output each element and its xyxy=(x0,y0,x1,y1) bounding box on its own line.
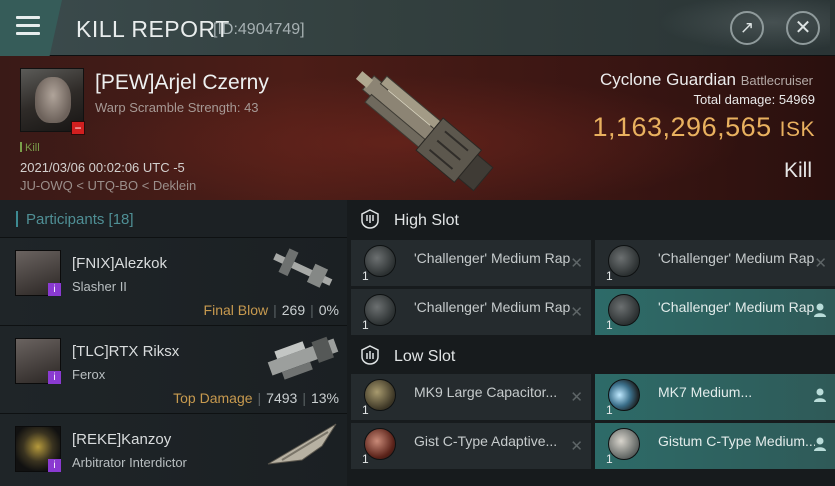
isk-value: 1,163,296,565 ISK xyxy=(592,112,815,142)
module-item[interactable]: 1 MK9 Large Capacitor... ✕ xyxy=(351,374,591,420)
module-qty: 1 xyxy=(362,403,369,417)
participant-row[interactable]: i [FNIX]Alezkok Slasher II Final Blow | 26… xyxy=(0,238,347,326)
module-name: 'Challenger' Medium Rapid... xyxy=(414,250,571,266)
info-badge-icon: i xyxy=(48,459,61,472)
module-name: 'Challenger' Medium Rapid... xyxy=(414,299,571,315)
module-item[interactable]: 1 'Challenger' Medium Rapid... ✕ xyxy=(351,240,591,286)
participant-percent: 0% xyxy=(318,302,339,318)
module-qty: 1 xyxy=(606,403,613,417)
participant-ship-image xyxy=(267,336,339,380)
module-qty: 1 xyxy=(606,452,613,466)
module-item[interactable]: 1 'Challenger' Medium Rapid... ✕ xyxy=(595,240,835,286)
module-name: MK7 Medium... xyxy=(658,384,753,400)
top-bar: KILL REPORT [ID:4904749] ↗ ✕ xyxy=(0,0,835,56)
participant-damage: 7493 xyxy=(266,390,298,406)
minus-icon: − xyxy=(71,121,85,135)
kill-summary: − [PEW]Arjel Czerny Warp Scramble Streng… xyxy=(0,56,835,200)
participant-damage: 269 xyxy=(281,302,306,318)
participant-percent: 13% xyxy=(310,390,339,406)
participant-stats: Top Damage | 7493 | 13% xyxy=(173,390,339,406)
module-item[interactable]: 1 Gistum C-Type Medium... xyxy=(595,423,835,469)
share-button[interactable]: ↗ xyxy=(730,11,764,45)
participant-role: Top Damage xyxy=(173,390,253,406)
destroyed-icon: ✕ xyxy=(570,438,583,455)
module-name: 'Challenger' Medium Rapid... xyxy=(658,250,815,266)
destroyed-icon: ✕ xyxy=(570,255,583,272)
low-slot-modules: 1 MK9 Large Capacitor... ✕ 1 MK7 Medium.… xyxy=(347,374,835,472)
participant-ship: Ferox xyxy=(72,367,106,382)
module-item[interactable]: 1 'Challenger' Medium Rapid... xyxy=(595,289,835,335)
avatar[interactable]: i xyxy=(15,426,61,472)
close-icon: ✕ xyxy=(794,17,812,39)
victim-ship-name[interactable]: Cyclone Guardian Battlecruiser xyxy=(600,70,813,90)
close-button[interactable]: ✕ xyxy=(786,11,820,45)
kill-tag: Kill xyxy=(20,142,40,154)
dropped-user-icon xyxy=(814,388,826,402)
participant-row[interactable]: i [REKE]Kanzoy Arbitrator Interdictor xyxy=(0,414,347,486)
high-slot-header: High Slot xyxy=(347,200,835,238)
victim-avatar[interactable]: − xyxy=(20,68,85,135)
low-slot-icon xyxy=(361,345,379,365)
participant-ship-image xyxy=(273,248,333,288)
participants-count: [18] xyxy=(108,211,134,228)
participant-ship: Arbitrator Interdictor xyxy=(72,455,187,470)
module-name: MK9 Large Capacitor... xyxy=(414,384,558,400)
victim-ship-image[interactable] xyxy=(330,60,510,200)
module-name: Gistum C-Type Medium... xyxy=(658,433,815,449)
warp-scramble-strength: Warp Scramble Strength: 43 xyxy=(95,100,259,115)
kill-result: Kill xyxy=(783,159,812,182)
report-id: [ID:4904749] xyxy=(213,21,305,38)
info-badge-icon: i xyxy=(48,371,61,384)
destroyed-icon: ✕ xyxy=(570,304,583,321)
kill-timestamp: 2021/03/06 00:02:06 UTC -5 xyxy=(20,160,185,175)
high-slot-modules: 1 'Challenger' Medium Rapid... ✕ 1 'Chal… xyxy=(347,238,835,336)
module-qty: 1 xyxy=(362,318,369,332)
dropped-user-icon xyxy=(814,303,826,317)
module-item[interactable]: 1 MK7 Medium... xyxy=(595,374,835,420)
participant-name: [TLC]RTX Riksx xyxy=(72,343,180,360)
kill-location[interactable]: JU-OWQ < UTQ-BO < Deklein xyxy=(20,178,196,193)
ship-class: Battlecruiser xyxy=(740,73,813,88)
hamburger-icon xyxy=(16,16,40,36)
module-qty: 1 xyxy=(606,269,613,283)
module-name: 'Challenger' Medium Rapid... xyxy=(658,299,815,315)
destroyed-icon: ✕ xyxy=(814,255,827,272)
participant-stats: Final Blow | 269 | 0% xyxy=(203,302,339,318)
participant-ship-image xyxy=(267,423,337,465)
info-badge-icon: i xyxy=(48,283,61,296)
avatar[interactable]: i xyxy=(15,338,61,384)
page-title: KILL REPORT xyxy=(76,16,230,42)
menu-button[interactable] xyxy=(0,0,62,56)
participant-row[interactable]: i [TLC]RTX Riksx Ferox Top Damage | 7493 | 1… xyxy=(0,326,347,414)
high-slot-icon xyxy=(361,209,379,229)
dropped-user-icon xyxy=(814,437,826,451)
module-qty: 1 xyxy=(362,452,369,466)
participants-header: Participants [18] xyxy=(0,200,347,238)
participants-panel: Participants [18] i [FNIX]Alezkok Slashe… xyxy=(0,200,347,486)
low-slot-header: Low Slot xyxy=(347,336,835,374)
participant-ship: Slasher II xyxy=(72,279,127,294)
module-qty: 1 xyxy=(606,318,613,332)
participant-name: [FNIX]Alezkok xyxy=(72,255,168,272)
avatar[interactable]: i xyxy=(15,250,61,296)
participant-role: Final Blow xyxy=(203,302,269,318)
module-name: Gist C-Type Adaptive... xyxy=(414,433,558,449)
module-item[interactable]: 1 'Challenger' Medium Rapid... ✕ xyxy=(351,289,591,335)
destroyed-icon: ✕ xyxy=(570,389,583,406)
participant-name: [REKE]Kanzoy xyxy=(72,431,172,448)
module-item[interactable]: 1 Gist C-Type Adaptive... ✕ xyxy=(351,423,591,469)
fitting-panel: High Slot 1 'Challenger' Medium Rapid...… xyxy=(347,200,835,486)
module-qty: 1 xyxy=(362,269,369,283)
share-icon: ↗ xyxy=(739,18,755,37)
total-damage: Total damage: 54969 xyxy=(693,92,815,107)
victim-name[interactable]: [PEW]Arjel Czerny xyxy=(95,71,269,95)
